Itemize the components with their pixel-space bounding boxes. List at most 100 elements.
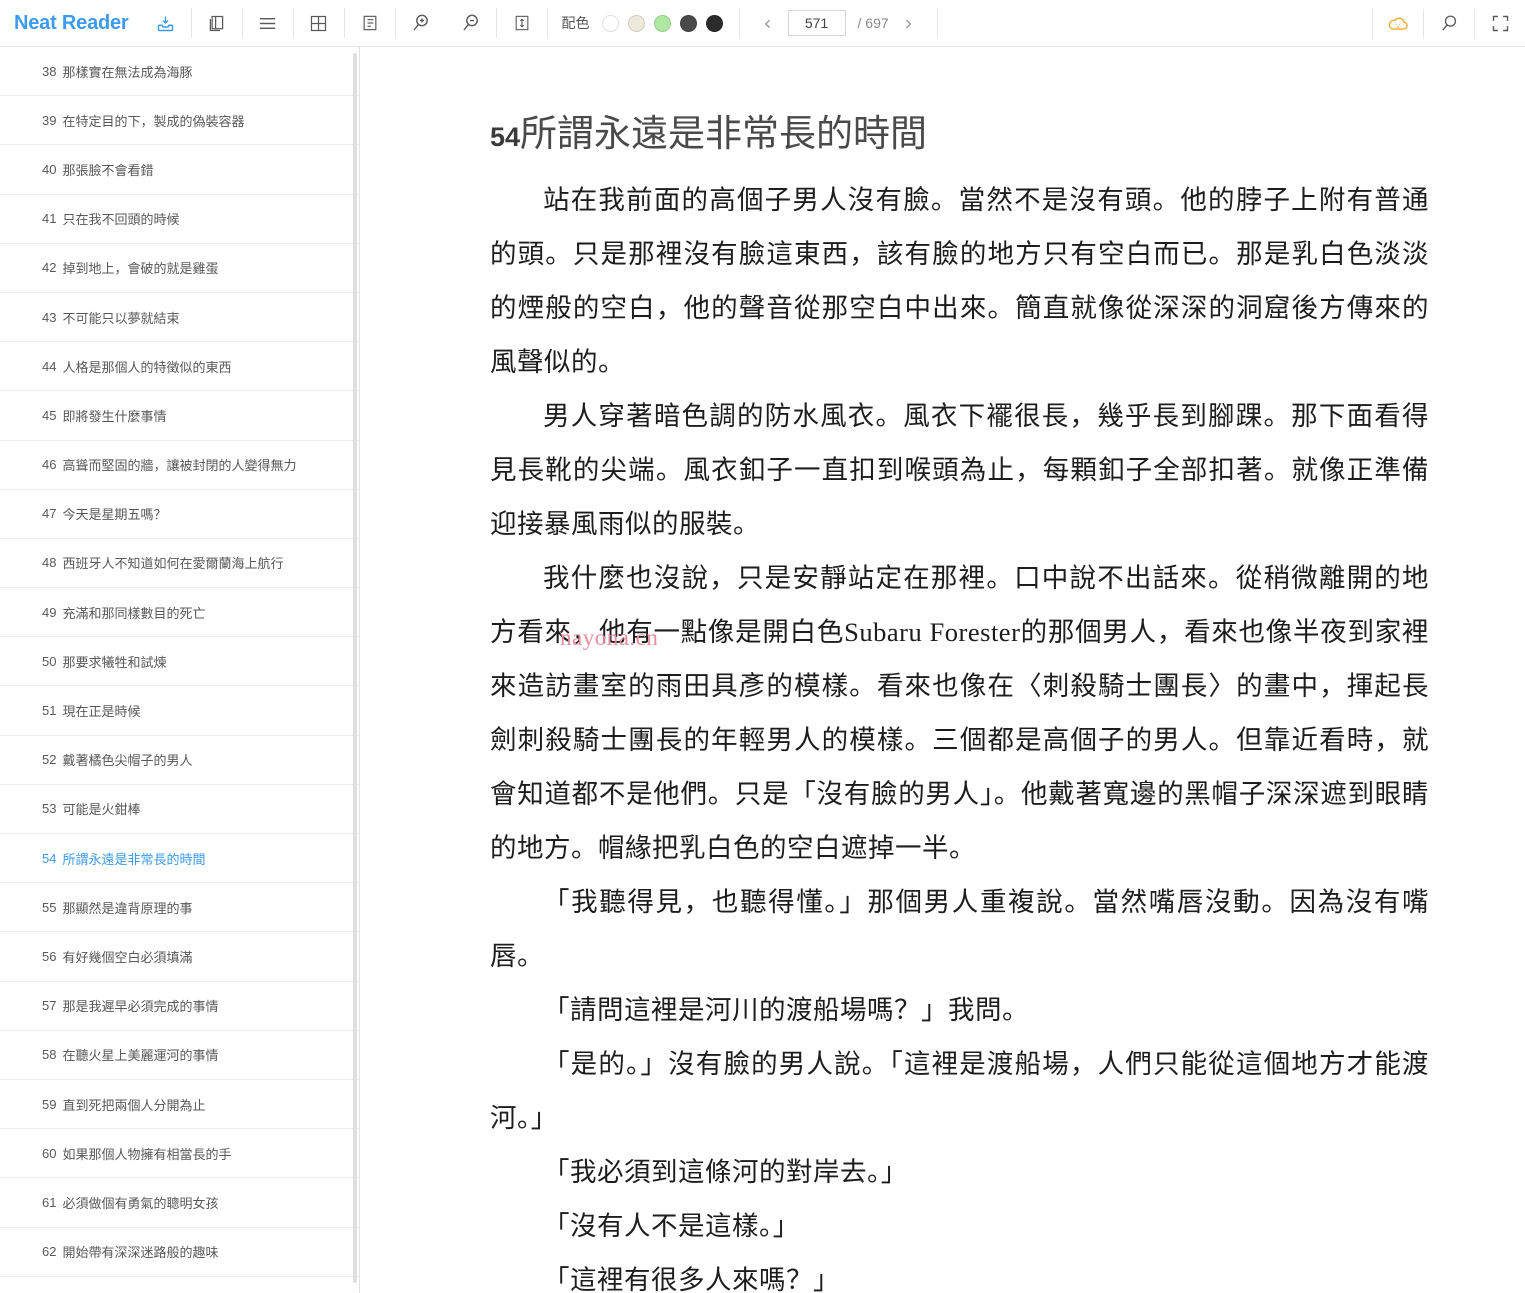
total-pages-label: / 697 [857, 15, 889, 31]
toc-item-label: 那是我遲早必須完成的事情 [62, 999, 219, 1015]
toc-item-58[interactable]: 58 在聽火星上美麗運河的事情 [0, 1031, 359, 1080]
chapter-number: 54 [490, 122, 521, 152]
toc-item-number: 44 [42, 358, 57, 374]
sidebar-scrollbar[interactable] [353, 53, 357, 1283]
toc-item-label: 現在正是時候 [62, 704, 141, 720]
page-number-input[interactable] [787, 10, 846, 36]
toc-item-number: 39 [42, 112, 57, 128]
paragraph: 「請問這裡是河川的渡船場嗎？」我問。 [543, 995, 1029, 1025]
toc-item-label: 開始帶有深深迷路般的趣味 [62, 1245, 219, 1261]
zoom-out-icon[interactable] [446, 0, 496, 47]
toc-item-43[interactable]: 43 不可能只以夢就結束 [0, 293, 359, 343]
paragraph: 「我必須到這條河的對岸去。」 [543, 1157, 908, 1187]
toc-item-51[interactable]: 51 現在正是時候 [0, 686, 359, 736]
color-swatch-sepia[interactable] [627, 14, 645, 32]
toc-item-number: 40 [42, 161, 57, 177]
toc-item-57[interactable]: 57 那是我遲早必須完成的事情 [0, 982, 359, 1031]
toc-item-54[interactable]: 54 所謂永遠是非常長的時間 [0, 834, 359, 884]
toc-item-label: 那張臉不會看錯 [62, 162, 154, 178]
toc-item-label: 戴著橘色尖帽子的男人 [62, 753, 193, 769]
chapter-title-text: 所謂永遠是非常長的時間 [520, 114, 928, 155]
reader-pane: 54所謂永遠是非常長的時間 站在我前面的高個子男人沒有臉。當然不是沒有頭。他的脖… [360, 47, 1525, 1293]
app-title: Neat Reader [14, 11, 129, 34]
toc-item-label: 所謂永遠是非常長的時間 [62, 851, 206, 867]
toc-item-label: 人格是那個人的特徵似的東西 [62, 359, 232, 375]
toc-item-label: 那樣實在無法成為海豚 [62, 64, 193, 80]
grid-view-icon[interactable] [294, 0, 344, 47]
toc-item-label: 必須做個有勇氣的聰明女孩 [62, 1195, 219, 1211]
toc-item-49[interactable]: 49 充滿和那同樣數目的死亡 [0, 588, 359, 638]
toc-item-55[interactable]: 55 那顯然是違背原理的事 [0, 883, 359, 933]
toc-item-number: 38 [42, 63, 57, 79]
color-swatch-green[interactable] [653, 14, 671, 32]
save-to-shelf-icon[interactable] [141, 0, 191, 47]
color-swatch-black[interactable] [705, 14, 723, 32]
toc-item-number: 54 [42, 850, 57, 866]
toc-item-47[interactable]: 47 今天是星期五嗎？ [0, 490, 359, 539]
toc-item-61[interactable]: 61 必須做個有勇氣的聰明女孩 [0, 1178, 359, 1228]
toc-item-number: 41 [42, 211, 57, 227]
paragraph: 「這裡有很多人來嗎？」 [543, 1265, 840, 1293]
toc-sidebar[interactable]: 38 那樣實在無法成為海豚 39 在特定目的下，製成的偽裝容器 40 那張臉不會看錯 41 只… [0, 47, 360, 1293]
toc-item-50[interactable]: 50 那要求犧牲和試煉 [0, 637, 359, 687]
list-view-icon[interactable] [243, 0, 293, 47]
toc-item-62[interactable]: 62 開始帶有深深迷路般的趣味 [0, 1228, 359, 1277]
paragraph: 「沒有人不是這樣。」 [543, 1211, 800, 1241]
toc-item-number: 50 [42, 653, 57, 669]
color-scheme-label: 配色 [561, 15, 590, 31]
toc-item-40[interactable]: 40 那張臉不會看錯 [0, 145, 359, 195]
search-icon[interactable] [1424, 0, 1474, 47]
toc-item-48[interactable]: 48 西班牙人不知道如何在愛爾蘭海上航行 [0, 539, 359, 589]
cloud-sync-icon[interactable] [1373, 0, 1423, 47]
color-swatch-white[interactable] [601, 14, 619, 32]
toc-item-label: 如果那個人物擁有相當長的手 [62, 1146, 232, 1162]
toc-item-label: 有好幾個空白必須填滿 [62, 949, 193, 965]
toc-item-63[interactable]: 63再說那石屋像化石般的那樣 [0, 1277, 359, 1293]
chapter-heading: 54所謂永遠是非常長的時間 [490, 103, 1429, 157]
toc-item-label: 即將發生什麼事情 [62, 408, 167, 424]
toc-item-46[interactable]: 46 高聳而堅固的牆，讓被封閉的人變得無力 [0, 441, 359, 490]
toc-item-number: 42 [42, 260, 57, 276]
toc-item-number: 52 [42, 752, 57, 768]
zoom-in-icon[interactable] [396, 0, 446, 47]
toc-item-39[interactable]: 39 在特定目的下，製成的偽裝容器 [0, 96, 359, 146]
toc-item-number: 57 [42, 998, 57, 1014]
toc-item-number: 49 [42, 604, 57, 620]
toc-item-56[interactable]: 56 有好幾個空白必須填滿 [0, 932, 359, 982]
toc-list: 38 那樣實在無法成為海豚 39 在特定目的下，製成的偽裝容器 40 那張臉不會看錯 41 只… [0, 47, 359, 1293]
toc-item-52[interactable]: 52 戴著橘色尖帽子的男人 [0, 736, 359, 785]
toc-item-label: 在特定目的下，製成的偽裝容器 [62, 113, 245, 129]
toc-item-label: 只在我不回頭的時候 [62, 212, 180, 228]
toc-item-number: 56 [42, 948, 57, 964]
toc-item-number: 48 [42, 555, 57, 571]
toc-item-label: 高聳而堅固的牆，讓被封閉的人變得無力 [62, 458, 297, 474]
next-page-button[interactable]: › [901, 11, 917, 35]
toc-item-number: 55 [42, 899, 57, 915]
toc-item-41[interactable]: 41 只在我不回頭的時候 [0, 195, 359, 244]
line-height-icon[interactable] [497, 0, 547, 47]
book-copy-icon[interactable] [192, 0, 242, 47]
main-area: 38 那樣實在無法成為海豚 39 在特定目的下，製成的偽裝容器 40 那張臉不會看錯 41 只… [0, 47, 1525, 1293]
prev-page-button[interactable]: ‹ [760, 11, 776, 35]
toc-item-44[interactable]: 44 人格是那個人的特徵似的東西 [0, 342, 359, 392]
toc-item-45[interactable]: 45 即將發生什麼事情 [0, 391, 359, 441]
toc-item-label: 可能是火鉗棒 [62, 802, 141, 818]
toolbar-right-group [1372, 0, 1525, 47]
toc-item-53[interactable]: 53 可能是火鉗棒 [0, 785, 359, 834]
toc-item-38[interactable]: 38 那樣實在無法成為海豚 [0, 47, 359, 97]
fullscreen-icon[interactable] [1475, 0, 1525, 47]
toc-item-number: 43 [42, 309, 57, 325]
toc-item-number: 53 [42, 801, 57, 817]
toc-item-42[interactable]: 42 掉到地上，會破的就是雞蛋 [0, 244, 359, 293]
toc-item-number: 46 [42, 457, 57, 473]
toc-item-60[interactable]: 60 如果那個人物擁有相當長的手 [0, 1129, 359, 1179]
toc-item-number: 59 [42, 1096, 57, 1112]
toc-item-label: 掉到地上，會破的就是雞蛋 [62, 261, 219, 277]
toc-item-number: 60 [42, 1145, 57, 1161]
toc-item-number: 62 [42, 1244, 57, 1260]
page-layout-icon[interactable] [345, 0, 395, 47]
toc-item-59[interactable]: 59 直到死把兩個人分開為止 [0, 1080, 359, 1130]
paragraph: 站在我前面的高個子男人沒有臉。當然不是沒有頭。他的脖子上附有普通的頭。只是那裡沒… [490, 185, 1429, 377]
toc-item-number: 51 [42, 703, 57, 719]
color-swatch-gray[interactable] [679, 14, 697, 32]
